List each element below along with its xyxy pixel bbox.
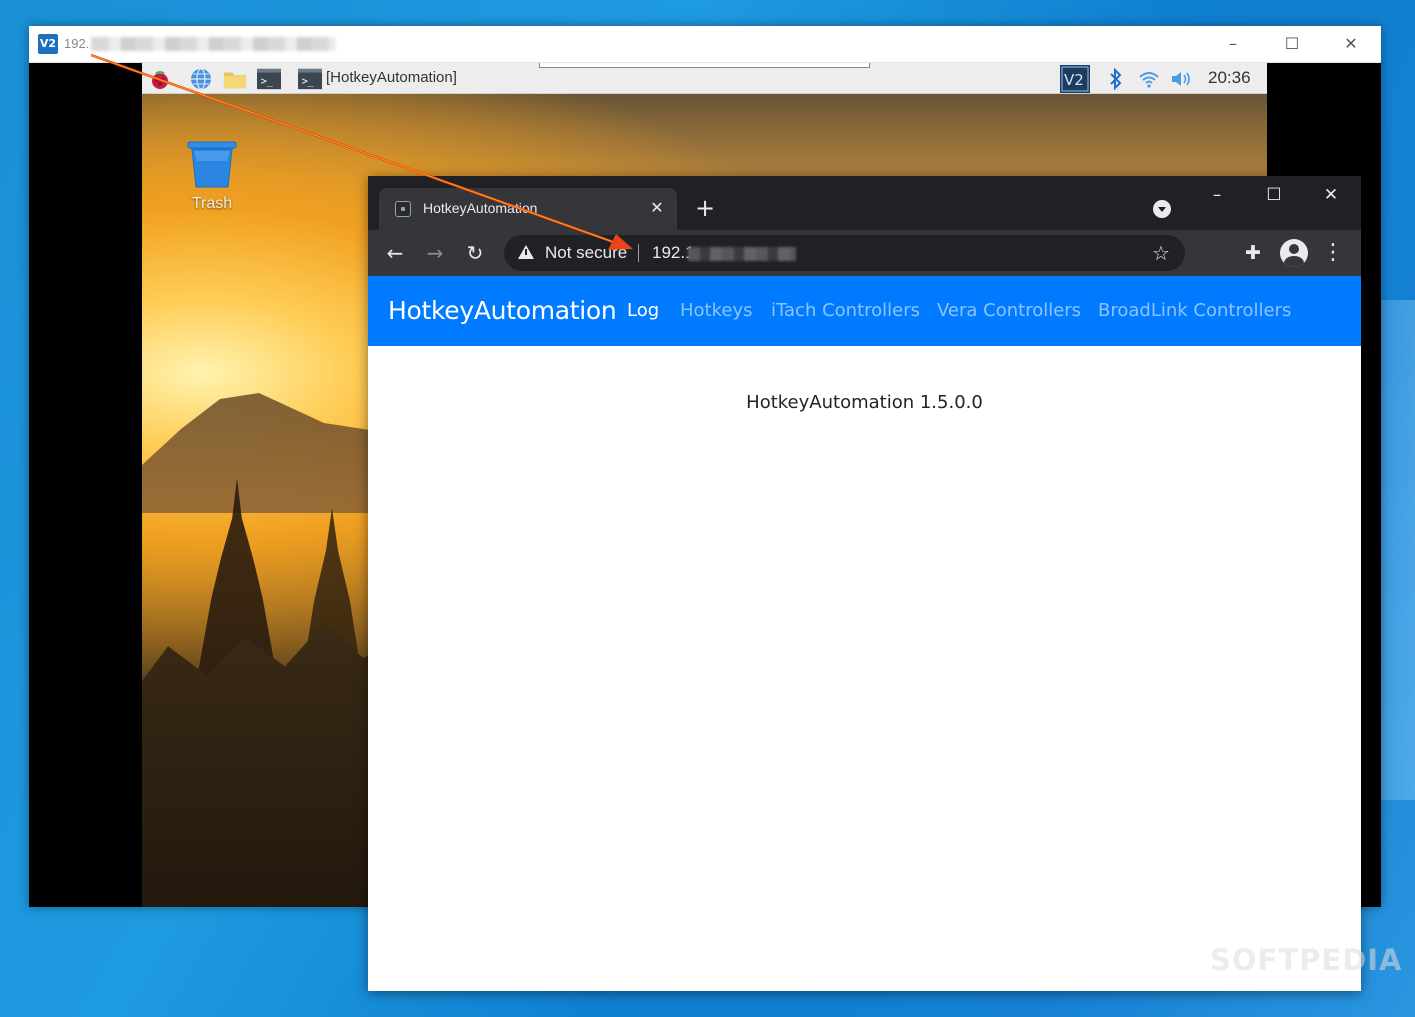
redacted-url: [688, 247, 796, 261]
terminal-window-icon[interactable]: >_: [298, 67, 322, 91]
vnc-close-button[interactable]: ✕: [1338, 32, 1364, 56]
nav-link-hotkeys[interactable]: Hotkeys: [680, 300, 753, 321]
bluetooth-icon[interactable]: [1104, 67, 1128, 91]
back-button[interactable]: ←: [382, 240, 408, 266]
vnc-minimize-button[interactable]: –: [1220, 32, 1246, 56]
watermark: SOFTPEDIA: [1210, 943, 1403, 977]
svg-text:>_: >_: [261, 77, 274, 88]
site-brand[interactable]: HotkeyAutomation: [388, 296, 617, 325]
extensions-icon[interactable]: ✚: [1240, 240, 1266, 266]
nav-link-log[interactable]: Log: [627, 300, 659, 321]
tab-title: HotkeyAutomation: [423, 200, 538, 216]
security-indicator[interactable]: Not secure: [545, 243, 627, 263]
address-bar[interactable]: Not secure 192.1 ☆: [504, 235, 1185, 271]
vnc-icon[interactable]: V2: [1060, 65, 1090, 93]
nav-link-vera-controllers[interactable]: Vera Controllers: [937, 300, 1081, 321]
vnc-logo-icon: V2: [38, 34, 58, 54]
warning-icon-mark: [525, 249, 527, 255]
raspberry-icon[interactable]: [148, 67, 172, 91]
wifi-icon[interactable]: [1137, 67, 1161, 91]
browser-tab-strip[interactable]: HotkeyAutomation ✕ + – ☐ ✕: [368, 176, 1361, 230]
wallpaper-mountain: [142, 393, 402, 513]
reload-button[interactable]: ↻: [462, 240, 488, 266]
trash-desktop-icon[interactable]: Trash: [182, 139, 242, 213]
browser-close-button[interactable]: ✕: [1316, 184, 1346, 206]
trash-icon: [187, 141, 237, 188]
volume-icon[interactable]: [1170, 67, 1194, 91]
new-tab-button[interactable]: +: [692, 196, 718, 222]
browser-window: HotkeyAutomation ✕ + – ☐ ✕ ← → ↻ Not sec…: [368, 176, 1402, 991]
terminal-icon[interactable]: >_: [257, 67, 281, 91]
nav-link-itach-controllers[interactable]: iTach Controllers: [771, 300, 920, 321]
browser-maximize-button[interactable]: ☐: [1259, 184, 1289, 206]
site-navbar: HotkeyAutomation Log Hotkeys iTach Contr…: [368, 276, 1361, 346]
tab-search-icon[interactable]: [1153, 200, 1171, 218]
forward-button[interactable]: →: [422, 240, 448, 266]
tab-favicon-icon: [395, 201, 411, 217]
web-browser-icon[interactable]: [189, 67, 213, 91]
tab-close-button[interactable]: ✕: [647, 198, 667, 218]
vnc-titlebar[interactable]: V2 192. – ☐ ✕: [29, 26, 1381, 63]
taskbar-window-label[interactable]: [HotkeyAutomation]: [326, 69, 457, 86]
browser-toolbar: ← → ↻ Not secure 192.1 ☆ ✚ ⋮: [368, 230, 1361, 276]
profile-avatar-icon[interactable]: [1280, 239, 1308, 267]
file-manager-icon[interactable]: [223, 67, 247, 91]
taskbar-clock[interactable]: 20:36: [1208, 68, 1251, 88]
redacted-address: [91, 37, 336, 51]
address-separator: [638, 244, 639, 262]
svg-text:>_: >_: [302, 77, 315, 88]
taskbar-panel-slot: [539, 63, 870, 68]
vnc-window-title: 192.: [64, 36, 90, 51]
svg-text:V2: V2: [1064, 71, 1084, 89]
pi-taskbar: >_ >_ [HotkeyAutomation] V2 20:36: [142, 63, 1267, 94]
version-text: HotkeyAutomation 1.5.0.0: [746, 392, 983, 413]
browser-minimize-button[interactable]: –: [1202, 184, 1232, 206]
nav-link-broadlink-controllers[interactable]: BroadLink Controllers: [1098, 300, 1291, 321]
bookmark-star-icon[interactable]: ☆: [1152, 241, 1170, 265]
wallpaper-trees: [142, 623, 402, 907]
trash-label: Trash: [191, 195, 233, 212]
vnc-maximize-button[interactable]: ☐: [1279, 32, 1305, 56]
browser-tab[interactable]: HotkeyAutomation ✕: [379, 188, 677, 230]
browser-menu-icon[interactable]: ⋮: [1320, 240, 1346, 266]
